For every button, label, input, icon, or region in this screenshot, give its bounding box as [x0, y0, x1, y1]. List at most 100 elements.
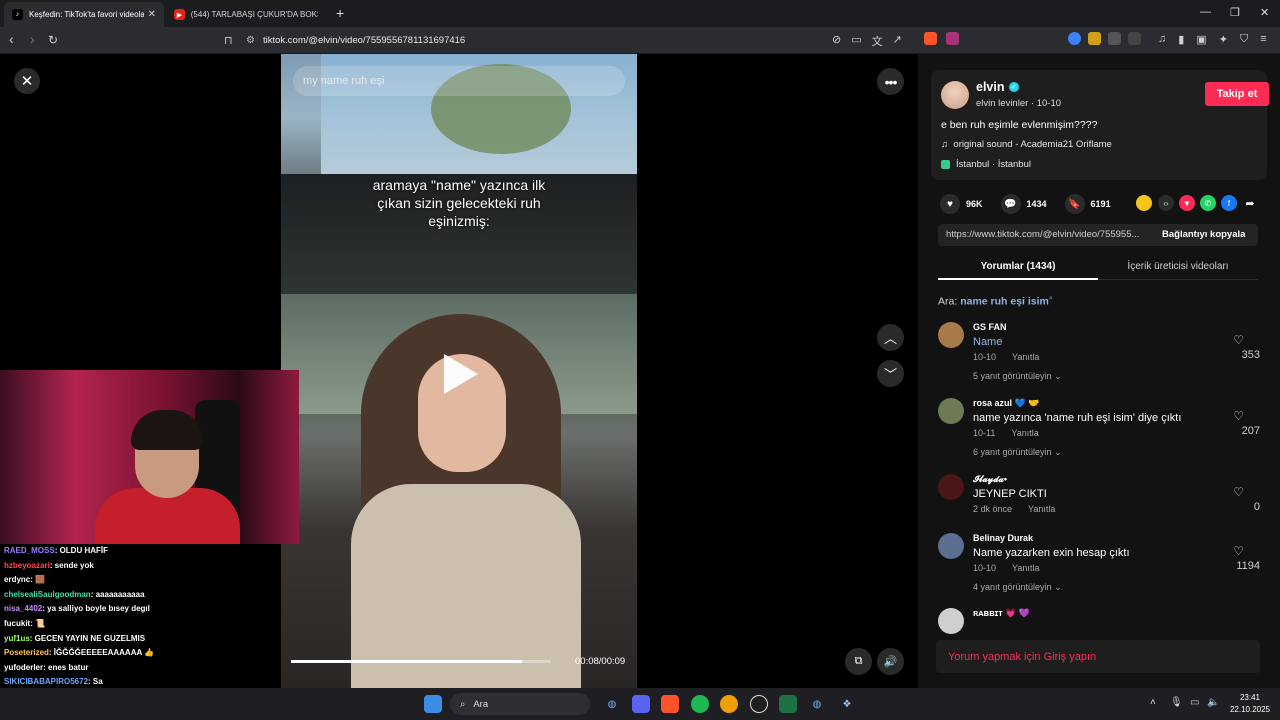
view-replies-button[interactable]: 5 yanıt görüntüleyin ⌄ [973, 371, 1062, 382]
reply-button[interactable]: Yanıtla [1028, 504, 1055, 514]
more-options-button[interactable]: ••• [877, 68, 904, 95]
brave-icon[interactable] [661, 695, 679, 713]
next-video-button[interactable]: ﹀ [877, 360, 904, 387]
volume-icon[interactable]: 🔈 [1207, 697, 1219, 708]
tray-chevron-icon[interactable]: ˄ [1150, 697, 1156, 708]
chat-username: hzbeyoazari [4, 560, 50, 570]
avatar[interactable] [938, 533, 964, 559]
extension-icon[interactable] [1088, 32, 1101, 45]
screenshot-icon[interactable] [1128, 32, 1141, 45]
facebook-icon[interactable]: f [1221, 195, 1237, 211]
spotify-icon[interactable] [691, 695, 709, 713]
tab-youtube[interactable]: ▶ (544) TARLABAŞI ÇUKUR'DA BOKS YA [166, 2, 326, 27]
restore-icon[interactable]: ❐ [1230, 6, 1240, 19]
extension-icon[interactable] [1068, 32, 1081, 45]
author-username[interactable]: elvin ✓ [976, 80, 1019, 94]
pip-button[interactable]: ⧉ [845, 648, 872, 675]
bookmark-icon[interactable]: 🔖 [1064, 194, 1085, 214]
brave-rewards-icon[interactable] [946, 32, 959, 45]
send-icon[interactable]: ▼ [1179, 195, 1195, 211]
embed-icon[interactable]: ‹› [1158, 195, 1174, 211]
microphone-icon[interactable]: 🎙 [1170, 697, 1183, 708]
media-off-icon[interactable]: ⊘ [832, 33, 841, 49]
tab-comments[interactable]: Yorumlar (1434) [938, 261, 1098, 272]
app-icon[interactable] [720, 695, 738, 713]
extensions-puzzle-icon[interactable] [1108, 32, 1121, 45]
avatar[interactable] [941, 81, 969, 109]
share-arrow-icon[interactable]: ➦ [1242, 195, 1258, 211]
avatar[interactable] [938, 474, 964, 500]
video-player[interactable]: my name ruh eşi aramaya "name" yazınca i… [281, 54, 637, 688]
search-suggestion[interactable]: Ara: name ruh eşi isim⌕ [938, 295, 1053, 308]
tab-creator-videos[interactable]: İçerik üreticisi videoları [1098, 261, 1258, 272]
windows-start-icon[interactable] [424, 695, 442, 713]
forward-icon[interactable]: › [30, 31, 35, 47]
heart-icon[interactable]: ♡ [1233, 544, 1244, 558]
view-replies-button[interactable]: 6 yanıt görüntüleyin ⌄ [973, 447, 1062, 458]
coin-icon[interactable] [1136, 195, 1152, 211]
heart-icon[interactable]: ♡ [1233, 333, 1244, 347]
view-replies-text: 5 yanıt görüntüleyin [973, 371, 1052, 381]
comment-author[interactable]: ʀᴀʙʙɪᴛ 💗 💜 [973, 608, 1030, 619]
excel-icon[interactable] [779, 695, 797, 713]
cast-icon[interactable]: ▭ [851, 33, 861, 49]
heart-icon[interactable]: ♥ [940, 194, 960, 214]
view-replies-button[interactable]: 4 yanıt görüntüleyin ⌄ [973, 582, 1062, 593]
comment-icon[interactable]: 💬 [1000, 194, 1021, 214]
follow-button[interactable]: Takip et [1205, 82, 1269, 106]
reply-button[interactable]: Yanıtla [1011, 428, 1038, 438]
comment-author[interactable]: 𝓘𝓵𝓪𝔂𝓭𝓪• [973, 474, 1007, 485]
sidebar-icon[interactable]: ▮ [1178, 33, 1184, 46]
vpn-icon[interactable]: ⛉ [1240, 33, 1248, 46]
window-close-icon[interactable]: ✕ [1260, 6, 1269, 19]
whatsapp-icon[interactable]: ✆ [1200, 195, 1216, 211]
reply-button[interactable]: Yanıtla [1012, 352, 1039, 362]
back-icon[interactable]: ‹ [9, 31, 14, 47]
tab-tiktok[interactable]: ♪ Keşfedin: TikTok'ta favori videolar ✕ [4, 2, 164, 27]
copy-link-button[interactable]: Bağlantıyı kopyala [1162, 229, 1245, 240]
leo-ai-icon[interactable]: ✦ [1219, 33, 1228, 46]
wallet-icon[interactable]: ▣ [1196, 33, 1206, 46]
steam-icon[interactable]: ◍ [808, 695, 826, 713]
bookmark-icon[interactable]: ⊓ [224, 34, 233, 47]
minimize-icon[interactable]: — [1200, 6, 1211, 18]
site-info-icon[interactable]: ⚙ [246, 35, 255, 46]
comment-author[interactable]: rosa azul 💙 🤝 [973, 398, 1039, 409]
new-tab-button[interactable]: + [336, 5, 344, 21]
chevron-up-icon: ︿ [883, 331, 897, 346]
sound-link[interactable]: ♫ original sound - Academia21 Oriflame [941, 139, 1112, 150]
comment-author[interactable]: Belinay Durak [973, 533, 1033, 543]
obs-icon[interactable] [750, 695, 768, 713]
system-clock[interactable]: 23:41 22.10.2025 [1224, 692, 1276, 716]
video-progress-bar[interactable] [291, 660, 551, 663]
comment-author[interactable]: GS FAN [973, 322, 1007, 332]
display-icon[interactable]: ▭ [1190, 697, 1199, 708]
share-url[interactable]: https://www.tiktok.com/@elvin/video/7559… [946, 229, 1151, 240]
steam-icon[interactable]: ◍ [603, 695, 621, 713]
volume-button[interactable]: 🔊 [877, 648, 904, 675]
avatar[interactable] [938, 322, 964, 348]
avatar[interactable] [938, 608, 964, 634]
share-page-icon[interactable]: ↗ [893, 33, 902, 49]
discord-icon[interactable] [632, 695, 650, 713]
location-link[interactable]: İstanbul · İstanbul [941, 159, 1031, 170]
close-video-button[interactable]: ✕ [14, 68, 40, 94]
avatar[interactable] [938, 398, 964, 424]
chat-username: Poseterized [4, 648, 49, 658]
video-search-overlay: my name ruh eşi [293, 66, 625, 96]
reload-icon[interactable]: ↻ [48, 33, 58, 47]
comment-text[interactable]: Name [973, 336, 1002, 348]
app-icon[interactable]: ❖ [838, 695, 856, 713]
menu-icon[interactable]: ≡ [1260, 33, 1266, 46]
translate-icon[interactable]: 文 [872, 33, 883, 49]
play-icon[interactable] [444, 354, 478, 394]
login-to-comment[interactable]: Yorum yapmak için Giriş yapın [936, 640, 1260, 673]
close-icon[interactable]: ✕ [148, 9, 156, 20]
previous-video-button[interactable]: ︿ [877, 324, 904, 351]
heart-icon[interactable]: ♡ [1233, 485, 1244, 499]
heart-icon[interactable]: ♡ [1233, 409, 1244, 423]
taskbar-search[interactable]: ⌕ Ara [450, 693, 590, 715]
brave-shield-icon[interactable] [924, 32, 937, 45]
reply-button[interactable]: Yanıtla [1012, 563, 1039, 573]
music-icon[interactable]: ♫ [1158, 33, 1166, 46]
